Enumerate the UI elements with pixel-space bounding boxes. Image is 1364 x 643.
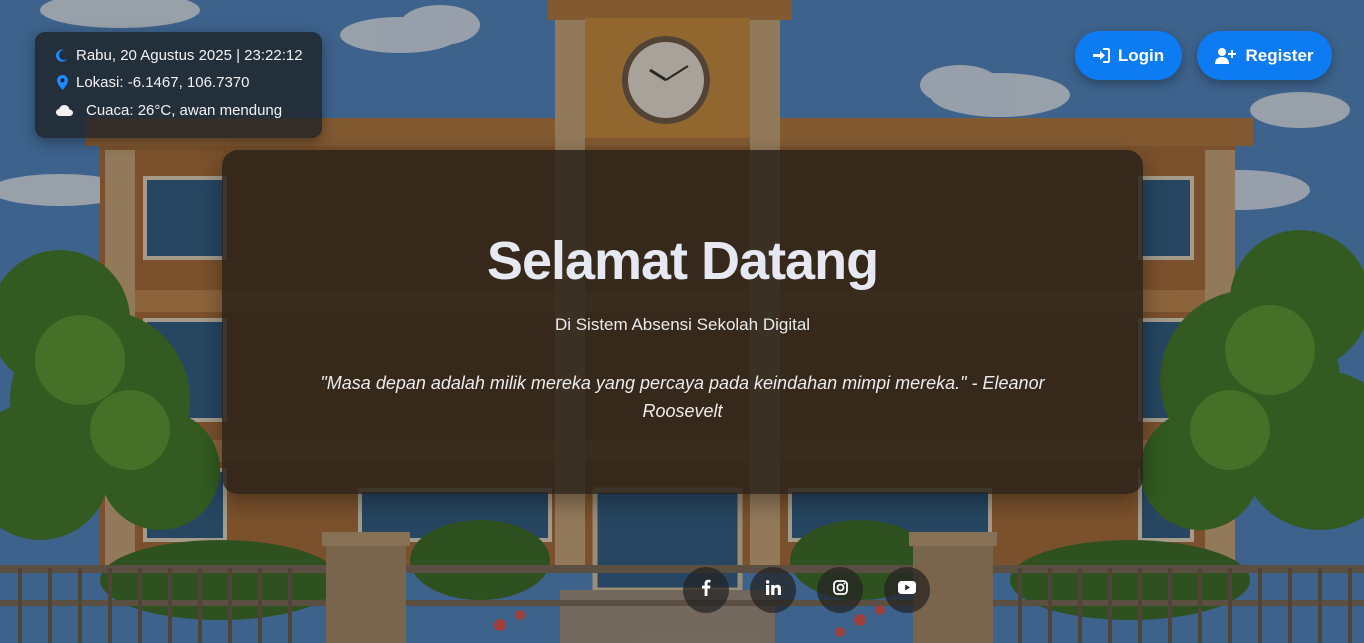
youtube-icon bbox=[898, 581, 916, 599]
datetime-text: Rabu, 20 Agustus 2025 | 23:22:12 bbox=[76, 47, 303, 64]
moon-icon bbox=[55, 48, 69, 64]
instagram-icon bbox=[832, 580, 848, 600]
welcome-title: Selamat Datang bbox=[486, 231, 879, 291]
facebook-icon bbox=[701, 579, 711, 601]
cloud-icon bbox=[55, 103, 73, 119]
weather-row: Cuaca: 26°C, awan mendung bbox=[55, 102, 282, 119]
linkedin-icon bbox=[765, 580, 781, 600]
map-pin-icon bbox=[55, 75, 69, 91]
user-plus-icon bbox=[1215, 47, 1237, 64]
welcome-subtitle: Di Sistem Absensi Sekolah Digital bbox=[554, 315, 811, 334]
sign-in-icon bbox=[1092, 48, 1110, 63]
register-button[interactable]: Register bbox=[1197, 31, 1332, 80]
location-row: Lokasi: -6.1467, 106.7370 bbox=[55, 74, 249, 91]
login-label: Login bbox=[1117, 45, 1165, 65]
info-panel: Rabu, 20 Agustus 2025 | 23:22:12 Lokasi:… bbox=[35, 32, 322, 138]
location-text: Lokasi: -6.1467, 106.7370 bbox=[76, 74, 250, 91]
linkedin-link[interactable] bbox=[750, 567, 796, 613]
page: Rabu, 20 Agustus 2025 | 23:22:12 Lokasi:… bbox=[0, 0, 1364, 643]
login-button[interactable]: Login bbox=[1075, 31, 1182, 80]
register-label: Register bbox=[1245, 45, 1314, 65]
welcome-quote: "Masa depan adalah milik mereka yang per… bbox=[320, 373, 1045, 421]
datetime-row: Rabu, 20 Agustus 2025 | 23:22:12 bbox=[55, 47, 303, 64]
youtube-link[interactable] bbox=[884, 567, 930, 613]
facebook-link[interactable] bbox=[683, 567, 729, 613]
welcome-card: Selamat Datang Di Sistem Absensi Sekolah… bbox=[222, 150, 1143, 494]
weather-text: Cuaca: 26°C, awan mendung bbox=[86, 102, 283, 119]
instagram-link[interactable] bbox=[817, 567, 863, 613]
